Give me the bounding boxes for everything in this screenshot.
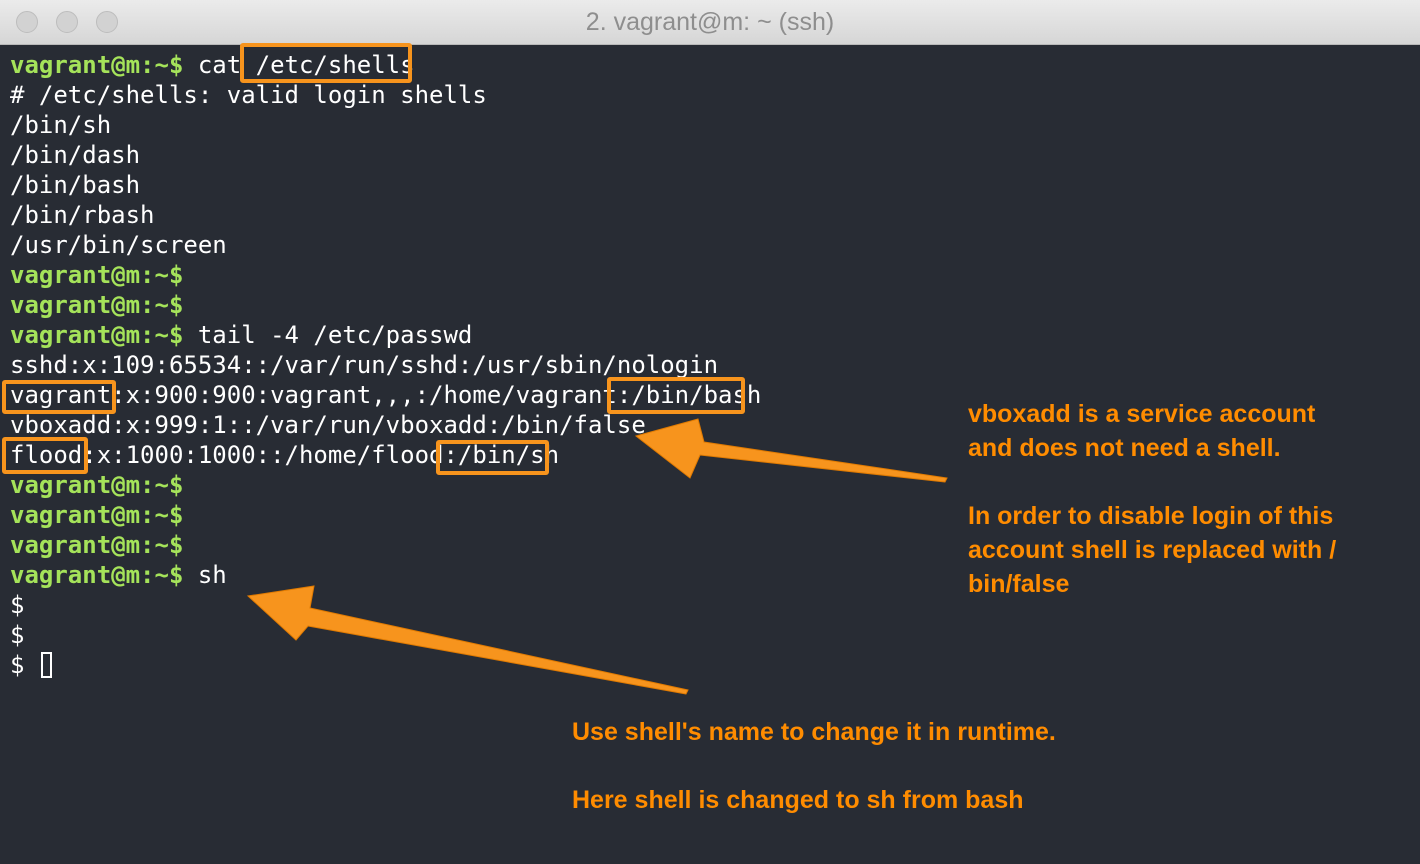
sh-annotation: Use shell's name to change it in runtime… bbox=[572, 715, 1056, 817]
terminal-window: 2. vagrant@m: ~ (ssh) vagrant@m:~$ cat /… bbox=[0, 0, 1420, 864]
arrow-to-sh bbox=[246, 585, 689, 695]
vboxadd-note-line4: account shell is replaced with / bbox=[968, 536, 1337, 564]
vboxadd-note-line5: bin/false bbox=[968, 570, 1070, 598]
sh-note-line1: Use shell's name to change it in runtime… bbox=[572, 718, 1056, 746]
arrow-to-vboxadd bbox=[634, 418, 948, 483]
vboxadd-annotation: vboxadd is a service account and does no… bbox=[968, 397, 1336, 601]
vboxadd-note-line1: vboxadd is a service account bbox=[968, 400, 1316, 428]
vboxadd-note-line3: In order to disable login of this bbox=[968, 502, 1334, 530]
sh-note-line2: Here shell is changed to sh from bash bbox=[572, 786, 1024, 814]
vboxadd-note-line2: and does not need a shell. bbox=[968, 434, 1281, 462]
